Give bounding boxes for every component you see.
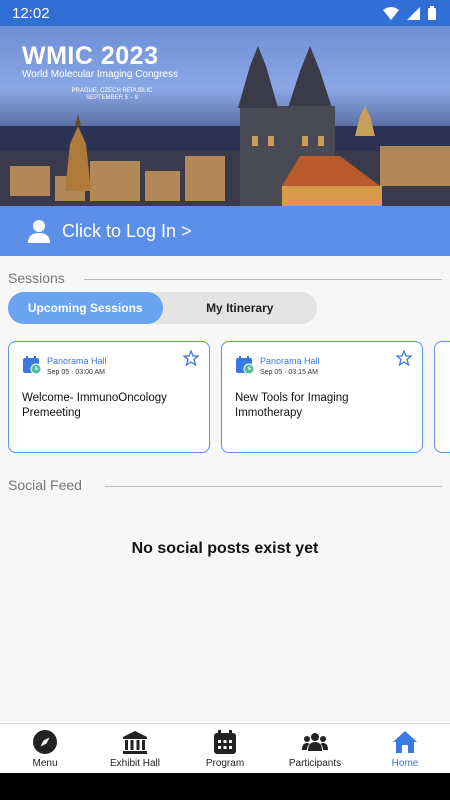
calendar-clock-icon — [236, 356, 255, 375]
people-icon — [302, 732, 328, 751]
nav-participants-label: Participants — [288, 757, 342, 769]
nav-program-label: Program — [205, 757, 245, 769]
favorite-star-icon[interactable] — [183, 350, 199, 366]
tab-upcoming-sessions[interactable]: Upcoming Sessions — [8, 292, 163, 324]
system-navigation-bar — [0, 773, 450, 800]
session-time: Sep 05 · 03:00 AM — [47, 369, 105, 376]
wifi-icon — [383, 6, 399, 20]
bottom-navigation: Menu Exhibit Hall Program Participants H… — [0, 723, 450, 773]
nav-home-label: Home — [391, 757, 419, 769]
battery-icon — [428, 6, 436, 20]
login-button[interactable]: Click to Log In > — [0, 206, 450, 256]
login-label: Click to Log In > — [62, 220, 192, 241]
session-title: Welcome- ImmunoOncology Premeeting — [22, 392, 167, 419]
status-time: 12:02 — [12, 4, 50, 22]
nav-exhibit-hall[interactable]: Exhibit Hall — [90, 724, 180, 773]
session-card[interactable]: Panorama Hall Sep 05 · 03:00 AM Welcome-… — [8, 341, 210, 453]
session-card[interactable]: Panorama Hall Sep 05 · 03:15 AM New Tool… — [221, 341, 423, 453]
event-title: WMIC 2023 — [22, 42, 159, 70]
tab-my-itinerary[interactable]: My Itinerary — [163, 292, 318, 324]
nav-participants[interactable]: Participants — [270, 724, 360, 773]
calendar-clock-icon — [23, 356, 42, 375]
session-location: Panorama Hall — [260, 356, 320, 366]
user-icon — [28, 220, 50, 243]
sessions-heading: Sessions — [8, 270, 65, 286]
event-subtitle: World Molecular Imaging Congress — [22, 69, 178, 80]
session-card-partial[interactable] — [434, 341, 450, 453]
event-location: PRAGUE, CZECH REPUBLIC SEPTEMBER 5 – 9 — [67, 88, 157, 102]
nav-program[interactable]: Program — [180, 724, 270, 773]
social-feed-heading: Social Feed — [8, 477, 82, 493]
favorite-star-icon[interactable] — [396, 350, 412, 366]
signal-icon — [407, 6, 420, 20]
session-time: Sep 05 · 03:15 AM — [260, 369, 318, 376]
event-location-city: PRAGUE, CZECH REPUBLIC — [71, 88, 153, 94]
event-dates: SEPTEMBER 5 – 9 — [85, 95, 139, 101]
nav-menu-label: Menu — [32, 757, 58, 769]
social-feed-empty-message: No social posts exist yet — [131, 540, 319, 557]
home-icon — [393, 730, 417, 753]
status-icons — [383, 6, 436, 20]
sessions-divider — [84, 279, 442, 280]
social-feed-divider — [105, 486, 442, 487]
session-location: Panorama Hall — [47, 356, 107, 366]
nav-home[interactable]: Home — [360, 724, 450, 773]
event-banner: WMIC 2023 World Molecular Imaging Congre… — [0, 26, 450, 206]
nav-exhibit-hall-label: Exhibit Hall — [109, 757, 161, 769]
nav-menu[interactable]: Menu — [0, 724, 90, 773]
compass-icon — [33, 729, 57, 754]
status-bar: 12:02 — [0, 0, 450, 26]
calendar-icon — [214, 729, 236, 754]
session-title: New Tools for Imaging Immotherapy — [235, 392, 349, 419]
sessions-tab-group: Upcoming Sessions My Itinerary — [8, 292, 317, 324]
building-icon — [123, 730, 147, 754]
